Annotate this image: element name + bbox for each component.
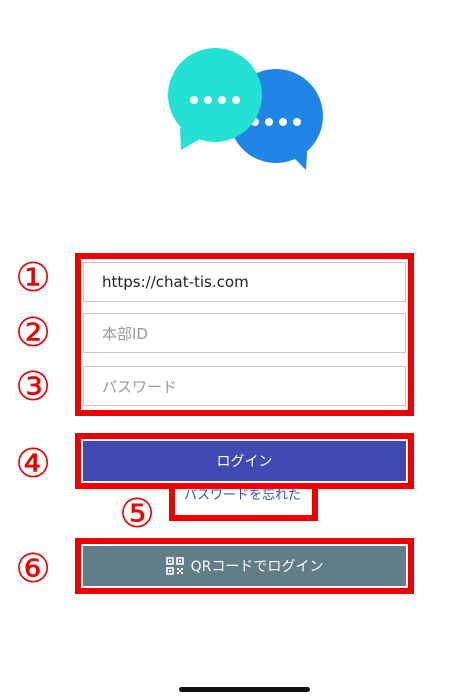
annotation-badge-3: ③ xyxy=(15,364,51,410)
forgot-password-link[interactable]: パスワードを忘れた xyxy=(170,488,315,504)
server-url-field[interactable]: https://chat-tis.com xyxy=(83,262,406,302)
branch-id-field[interactable]: 本部ID xyxy=(83,313,406,353)
qr-login-button-label: QRコードでログイン xyxy=(190,559,324,575)
annotation-badge-4: ④ xyxy=(15,441,51,487)
password-field[interactable]: パスワード xyxy=(83,366,406,406)
annotation-badge-5: ⑤ xyxy=(119,491,155,537)
chat-bubbles-logo-icon xyxy=(168,48,323,170)
annotation-badge-6: ⑥ xyxy=(15,546,51,592)
home-indicator xyxy=(179,687,310,692)
qr-login-button[interactable]: QRコードでログイン xyxy=(83,546,406,586)
login-button[interactable]: ログイン xyxy=(83,441,406,481)
login-button-label: ログイン xyxy=(216,454,273,470)
annotation-badge-1: ① xyxy=(15,255,51,301)
qr-code-icon xyxy=(165,557,184,575)
annotation-badge-2: ② xyxy=(15,310,51,356)
